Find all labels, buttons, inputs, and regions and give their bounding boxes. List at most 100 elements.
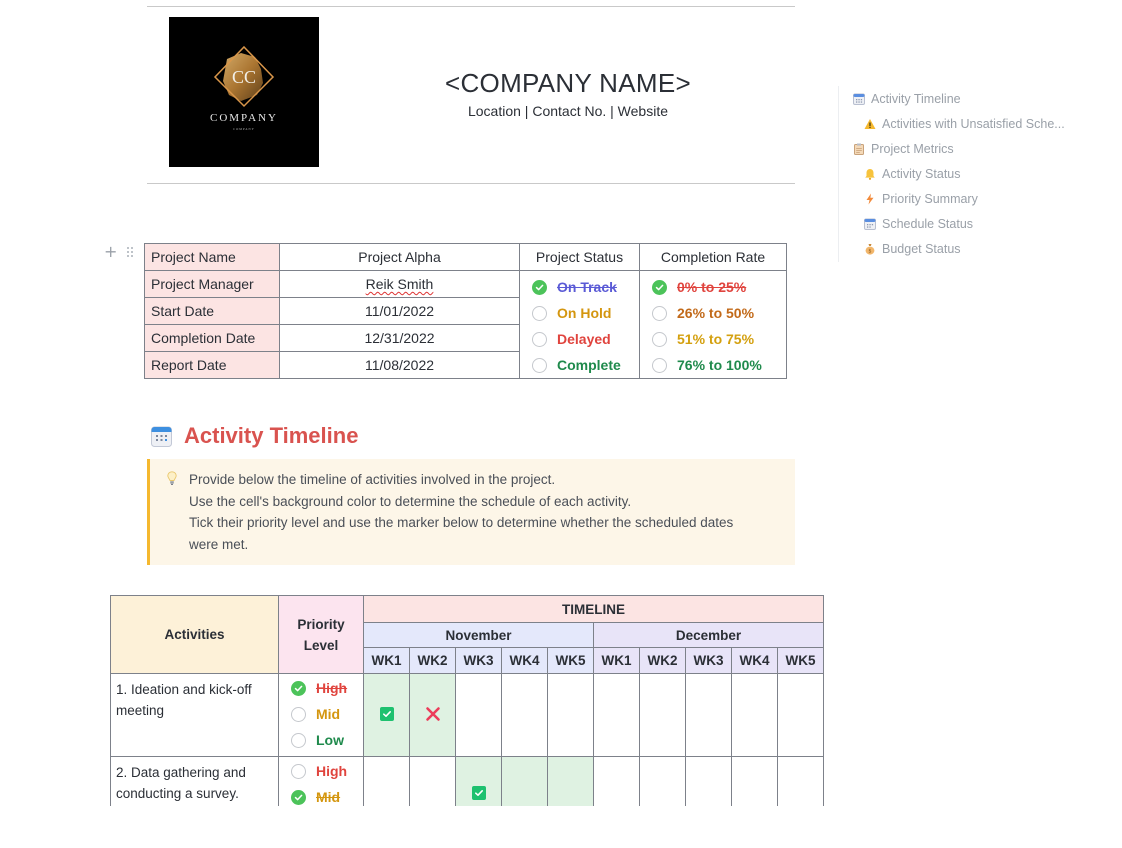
priority-level-header: Priority Level: [278, 595, 364, 674]
svg-text:$: $: [868, 248, 871, 254]
callout-line: Use the cell's background color to deter…: [189, 493, 632, 509]
instruction-callout: Provide below the timeline of activities…: [147, 459, 795, 565]
value-start-date[interactable]: 11/01/2022: [279, 297, 520, 325]
outline-item-label: Priority Summary: [882, 191, 978, 206]
value-project-name[interactable]: Project Alpha: [279, 243, 520, 271]
unchecked-circle-icon[interactable]: [652, 331, 667, 347]
unchecked-circle-icon[interactable]: [652, 357, 667, 373]
company-name: <COMPANY NAME>: [445, 68, 691, 98]
top-divider: [147, 6, 795, 7]
rate-option-0-25[interactable]: 0% to 25%: [652, 274, 786, 300]
checked-circle-icon[interactable]: [532, 279, 547, 295]
label-report-date: Report Date: [144, 351, 280, 379]
rate-option-76-100[interactable]: 76% to 100%: [652, 352, 786, 378]
outline-item-project-metrics[interactable]: Project Metrics: [853, 136, 1065, 161]
warning-icon: [864, 118, 876, 130]
rate-option-26-50[interactable]: 26% to 50%: [652, 300, 786, 326]
unchecked-circle-icon[interactable]: [532, 305, 547, 321]
priority-level-header-text: Priority Level: [297, 616, 345, 653]
month-header-december: December: [593, 622, 824, 648]
value-report-date[interactable]: 11/08/2022: [279, 351, 520, 379]
checked-circle-icon[interactable]: [291, 789, 306, 805]
rate-option-51-75[interactable]: 51% to 75%: [652, 326, 786, 352]
priority-option-high[interactable]: High: [291, 675, 363, 701]
outline-item-label: Activities with Unsatisfied Sche...: [882, 116, 1065, 131]
calendar-icon: [853, 93, 865, 105]
week-cell[interactable]: [455, 673, 502, 757]
callout-line: were met.: [189, 536, 249, 552]
clipboard-icon: [853, 143, 865, 155]
money-bag-icon: $: [864, 243, 876, 255]
week-cell[interactable]: [685, 673, 732, 757]
unchecked-circle-icon[interactable]: [532, 357, 547, 373]
rate-label: 76% to 100%: [677, 357, 762, 373]
month-header-november: November: [363, 622, 594, 648]
unchecked-circle-icon[interactable]: [532, 331, 547, 347]
priority-label: High: [316, 680, 348, 696]
outline-item-schedule-status[interactable]: Schedule Status: [853, 211, 1065, 236]
status-label: Complete: [557, 357, 621, 373]
project-status-options: On Track On Hold Delayed Complete: [519, 270, 640, 379]
week-header: WK2: [409, 647, 456, 674]
status-option-on-track[interactable]: On Track: [532, 274, 639, 300]
rate-label: 26% to 50%: [677, 305, 755, 321]
priority-option-high[interactable]: High: [291, 758, 363, 784]
checked-circle-icon[interactable]: [291, 680, 306, 696]
priority-option-mid[interactable]: Mid: [291, 701, 363, 727]
priority-label: Low: [316, 732, 344, 748]
label-start-date: Start Date: [144, 297, 280, 325]
add-block-icon[interactable]: +: [104, 244, 117, 260]
project-status-header: Project Status: [519, 243, 640, 271]
priority-label: Mid: [316, 789, 341, 805]
header-divider: [147, 183, 795, 184]
priority-label: High: [316, 763, 348, 779]
outline-item-activity-status[interactable]: Activity Status: [853, 161, 1065, 186]
outline-item-label: Activity Timeline: [871, 91, 961, 106]
week-cell[interactable]: [777, 673, 824, 757]
logo-subtext: COMPANY: [233, 127, 255, 131]
outline-item-label: Schedule Status: [882, 216, 974, 231]
completion-rate-header: Completion Rate: [639, 243, 787, 271]
status-option-delayed[interactable]: Delayed: [532, 326, 639, 352]
label-completion-date: Completion Date: [144, 324, 280, 352]
table-row: 1. Ideation and kick-off meeting High Mi…: [110, 673, 824, 757]
calendar-icon: [151, 426, 172, 447]
label-project-name: Project Name: [144, 243, 280, 271]
lightbulb-icon: [167, 471, 177, 493]
status-option-complete[interactable]: Complete: [532, 352, 639, 378]
week-cell[interactable]: [731, 673, 778, 757]
week-cell-scheduled[interactable]: [409, 673, 456, 757]
checked-circle-icon[interactable]: [652, 279, 667, 295]
cross-mark-icon: [425, 706, 441, 722]
logo-monogram: CC: [232, 67, 256, 87]
week-cell[interactable]: [501, 673, 548, 757]
value-completion-date[interactable]: 12/31/2022: [279, 324, 520, 352]
project-manager-name: Reik Smith: [365, 276, 434, 292]
unchecked-circle-icon[interactable]: [291, 706, 306, 722]
outline-item-label: Activity Status: [882, 166, 961, 181]
week-header: WK5: [547, 647, 594, 674]
unchecked-circle-icon[interactable]: [652, 305, 667, 321]
company-logo: CC COMPANY COMPANY: [169, 17, 319, 167]
unchecked-circle-icon[interactable]: [291, 732, 306, 748]
week-cell[interactable]: [593, 673, 640, 757]
week-cell-scheduled[interactable]: [363, 673, 410, 757]
status-option-on-hold[interactable]: On Hold: [532, 300, 639, 326]
activity-name[interactable]: 1. Ideation and kick-off meeting: [110, 673, 279, 757]
project-info-table: Project Name Project Alpha Project Statu…: [144, 243, 787, 379]
week-cell[interactable]: [547, 673, 594, 757]
company-details: Location | Contact No. | Website: [467, 103, 668, 119]
drag-handle-icon[interactable]: [127, 247, 135, 257]
unchecked-circle-icon[interactable]: [291, 763, 306, 779]
outline-item-budget-status[interactable]: $ Budget Status: [853, 236, 1065, 261]
label-project-manager: Project Manager: [144, 270, 280, 298]
completion-rate-options: 0% to 25% 26% to 50% 51% to 75% 76% to 1…: [639, 270, 787, 379]
outline-item-activity-timeline[interactable]: Activity Timeline: [853, 86, 1065, 111]
outline-item-unsatisfied-schedule[interactable]: Activities with Unsatisfied Sche...: [853, 111, 1065, 136]
bell-icon: [864, 168, 876, 180]
value-project-manager[interactable]: Reik Smith: [279, 270, 520, 298]
outline-item-priority-summary[interactable]: Priority Summary: [853, 186, 1065, 211]
priority-option-low[interactable]: Low: [291, 727, 363, 753]
activity-timeline-table: Activities Priority Level TIMELINE Novem…: [110, 595, 824, 817]
week-cell[interactable]: [639, 673, 686, 757]
